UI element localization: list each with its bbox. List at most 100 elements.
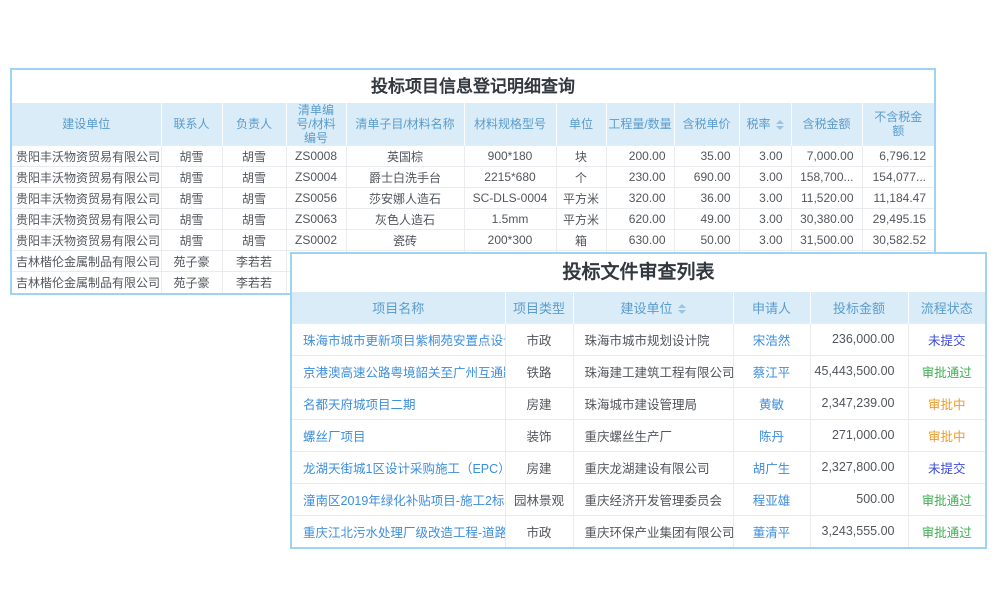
table-cell: 3.00 [739, 209, 791, 230]
table-cell: 49.00 [674, 209, 739, 230]
table-cell: 珠海建工建筑工程有限公司 [573, 355, 733, 387]
table-cell: 29,495.15 [862, 209, 934, 230]
table-cell: ZS0056 [286, 188, 346, 209]
table-cell: 吉林楷伦金属制品有限公司 [12, 272, 161, 293]
col-tax-rate-label: 税率 [746, 117, 770, 131]
project-name-link[interactable]: 潼南区2019年绿化补贴项目-施工2标段 [292, 483, 505, 515]
applicant-link[interactable]: 陈丹 [733, 419, 810, 451]
table-cell: 重庆经济开发管理委员会 [573, 483, 733, 515]
table-cell: 贵阳丰沃物资贸易有限公司 [12, 167, 161, 188]
col-price-with-tax: 含税单价 [674, 103, 739, 146]
status-text: 未提交 [908, 451, 985, 483]
table2-header-row: 项目名称 项目类型 建设单位 申请人 投标金额 流程状态 [292, 292, 985, 323]
table-cell: 3.00 [739, 167, 791, 188]
table-cell: 贵阳丰沃物资贸易有限公司 [12, 230, 161, 251]
table-cell: 35.00 [674, 146, 739, 167]
applicant-link[interactable]: 胡广生 [733, 451, 810, 483]
table-cell: 45,443,500.00 [810, 355, 908, 387]
table-cell: 苑子豪 [161, 251, 222, 272]
col-tax-rate[interactable]: 税率 [739, 103, 791, 146]
table-cell: 1.5mm [464, 209, 556, 230]
col-responsible: 负责人 [222, 103, 286, 146]
table-cell: 苑子豪 [161, 272, 222, 293]
table-cell: 珠海市城市规划设计院 [573, 323, 733, 355]
col-bid-amount: 投标金额 [810, 292, 908, 323]
table-cell: SC-DLS-0004 [464, 188, 556, 209]
table-cell: 胡雪 [161, 188, 222, 209]
project-name-link[interactable]: 京港澳高速公路粤境韶关至广州互通路... [292, 355, 505, 387]
table-cell: 重庆环保产业集团有限公司 [573, 515, 733, 547]
col-amount-with-tax: 含税金额 [791, 103, 862, 146]
table-cell: 6,796.12 [862, 146, 934, 167]
col-amount-without-tax: 不含税金额 [862, 103, 934, 146]
table-cell: 块 [556, 146, 606, 167]
table-row: 螺丝厂项目装饰重庆螺丝生产厂陈丹271,000.00审批中 [292, 419, 985, 451]
table-cell: 11,520.00 [791, 188, 862, 209]
status-text: 未提交 [908, 323, 985, 355]
col-project-name: 项目名称 [292, 292, 505, 323]
col-list-no: 清单编号/材料编号 [286, 103, 346, 146]
project-name-link[interactable]: 珠海市城市更新项目紫桐苑安置点设计... [292, 323, 505, 355]
col-build-unit[interactable]: 建设单位 [573, 292, 733, 323]
project-name-link[interactable]: 螺丝厂项目 [292, 419, 505, 451]
project-name-link[interactable]: 名都天府城项目二期 [292, 387, 505, 419]
status-text: 审批通过 [908, 483, 985, 515]
table-cell: 市政 [505, 323, 573, 355]
table-cell: 3.00 [739, 230, 791, 251]
table-cell: 154,077... [862, 167, 934, 188]
table-cell: 瓷砖 [346, 230, 464, 251]
status-text: 审批中 [908, 387, 985, 419]
table-cell: 3.00 [739, 188, 791, 209]
applicant-link[interactable]: 程亚雄 [733, 483, 810, 515]
table-cell: 李若若 [222, 251, 286, 272]
applicant-link[interactable]: 黄敏 [733, 387, 810, 419]
table-row: 珠海市城市更新项目紫桐苑安置点设计...市政珠海市城市规划设计院宋浩然236,0… [292, 323, 985, 355]
table-cell: 平方米 [556, 188, 606, 209]
table-cell: 3.00 [739, 146, 791, 167]
table-cell: 贵阳丰沃物资贸易有限公司 [12, 209, 161, 230]
table-row: 贵阳丰沃物资贸易有限公司胡雪胡雪ZS0063灰色人造石1.5mm平方米620.0… [12, 209, 934, 230]
table-cell: 吉林楷伦金属制品有限公司 [12, 251, 161, 272]
table1-title: 投标项目信息登记明细查询 [12, 70, 934, 103]
table-cell: 重庆螺丝生产厂 [573, 419, 733, 451]
applicant-link[interactable]: 董清平 [733, 515, 810, 547]
col-applicant: 申请人 [733, 292, 810, 323]
table-cell: ZS0063 [286, 209, 346, 230]
table-row: 贵阳丰沃物资贸易有限公司胡雪胡雪ZS0056莎安娜人造石SC-DLS-0004平… [12, 188, 934, 209]
table-row: 名都天府城项目二期房建珠海城市建设管理局黄敏2,347,239.00审批中 [292, 387, 985, 419]
table-cell: 爵士白洗手台 [346, 167, 464, 188]
table-cell: 30,582.52 [862, 230, 934, 251]
table-cell: 胡雪 [222, 188, 286, 209]
table-cell: 房建 [505, 387, 573, 419]
table-cell: 胡雪 [222, 230, 286, 251]
bid-review-list-table: 项目名称 项目类型 建设单位 申请人 投标金额 流程状态 珠海市城市更新项目紫桐… [292, 292, 985, 547]
table-cell: 3,243,555.00 [810, 515, 908, 547]
table-cell: 620.00 [606, 209, 674, 230]
table-cell: 271,000.00 [810, 419, 908, 451]
project-name-link[interactable]: 重庆江北污水处理厂级改造工程-道路... [292, 515, 505, 547]
table-cell: 胡雪 [161, 167, 222, 188]
col-unit: 单位 [556, 103, 606, 146]
project-name-link[interactable]: 龙湖天街城1区设计采购施工（EPC）... [292, 451, 505, 483]
table-cell: ZS0008 [286, 146, 346, 167]
table-cell: 英国棕 [346, 146, 464, 167]
table-cell: 900*180 [464, 146, 556, 167]
table-cell: 胡雪 [222, 146, 286, 167]
applicant-link[interactable]: 蔡江平 [733, 355, 810, 387]
table-cell: 园林景观 [505, 483, 573, 515]
table-cell: 500.00 [810, 483, 908, 515]
sort-icon[interactable] [776, 120, 784, 130]
table-cell: 市政 [505, 515, 573, 547]
table-cell: 胡雪 [161, 209, 222, 230]
applicant-link[interactable]: 宋浩然 [733, 323, 810, 355]
col-material-name: 清单子目/材料名称 [346, 103, 464, 146]
table-cell: 31,500.00 [791, 230, 862, 251]
table-cell: 装饰 [505, 419, 573, 451]
table-cell: 690.00 [674, 167, 739, 188]
table-row: 京港澳高速公路粤境韶关至广州互通路...铁路珠海建工建筑工程有限公司蔡江平45,… [292, 355, 985, 387]
table-cell: 2215*680 [464, 167, 556, 188]
table-cell: 50.00 [674, 230, 739, 251]
col-build-unit-label: 建设单位 [620, 301, 672, 316]
table-cell: 胡雪 [161, 146, 222, 167]
sort-icon[interactable] [678, 304, 686, 314]
